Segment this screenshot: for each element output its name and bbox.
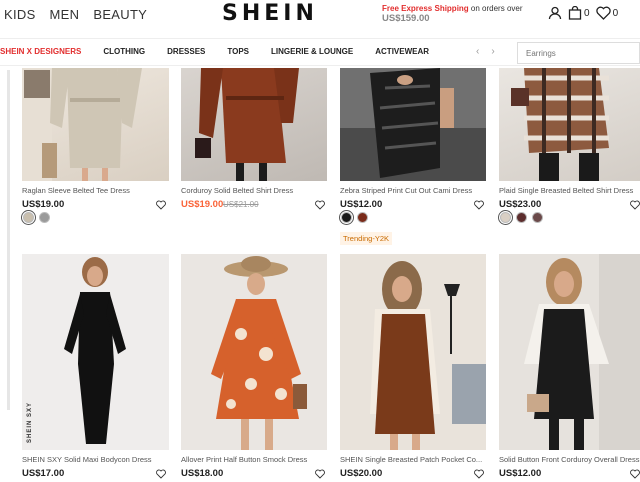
color-swatches — [23, 212, 50, 223]
product-image[interactable] — [181, 68, 327, 181]
product-photo — [370, 261, 486, 450]
swatch[interactable] — [516, 212, 527, 223]
product-title[interactable]: Plaid Single Breasted Belted Shirt Dress — [499, 186, 640, 195]
product-image[interactable] — [340, 68, 486, 181]
product-photo — [340, 68, 486, 181]
wishlist-heart-icon[interactable] — [315, 200, 325, 210]
product-title[interactable]: Allover Print Half Button Smock Dress — [181, 455, 326, 464]
product-photo — [195, 68, 299, 181]
nav-arrows: ‹ › — [476, 46, 495, 57]
swatch[interactable] — [532, 212, 543, 223]
site-logo[interactable]: SHEIN — [222, 1, 318, 26]
product-price: US$17.00 — [22, 468, 65, 479]
top-link-men[interactable]: MEN — [50, 7, 80, 22]
nav-item-activewear[interactable]: ACTIVEWEAR — [375, 47, 429, 56]
product-image[interactable] — [22, 68, 169, 181]
promo-highlight: Free Express Shipping — [382, 4, 469, 13]
nav-item-lingerie[interactable]: LINGERIE & LOUNGE — [271, 47, 353, 56]
promo-text: on orders over — [468, 4, 523, 13]
product-image[interactable] — [499, 254, 640, 450]
header-icons: 0 0 — [548, 6, 624, 20]
product-title[interactable]: Solid Button Front Corduroy Overall Dres… — [499, 455, 640, 464]
scrollbar-track[interactable] — [7, 70, 10, 410]
wishlist-heart-icon[interactable] — [156, 200, 166, 210]
product-image[interactable] — [340, 254, 486, 450]
chevron-right-icon[interactable]: › — [491, 46, 494, 57]
brand-watermark: SHEIN SXY — [27, 401, 33, 443]
swatch[interactable] — [357, 212, 368, 223]
color-swatches — [500, 212, 543, 223]
product-price: US$23.00 — [499, 199, 542, 210]
nav-item-tops[interactable]: TOPS — [227, 47, 249, 56]
product-sale-price: US$19.00 — [181, 199, 224, 210]
swatch[interactable] — [39, 212, 50, 223]
product-image[interactable] — [181, 254, 327, 450]
wishlist-heart-icon[interactable] — [474, 200, 484, 210]
product-title[interactable]: SHEIN SXY Solid Maxi Bodycon Dress — [22, 455, 167, 464]
product-title[interactable]: SHEIN Single Breasted Patch Pocket Co... — [340, 455, 485, 464]
bag-count: 0 — [584, 7, 590, 19]
top-link-kids[interactable]: KIDS — [4, 7, 36, 22]
account-button[interactable] — [548, 6, 562, 20]
nav-items: SHEIN X DESIGNERS CLOTHING DRESSES TOPS … — [0, 47, 451, 56]
product-price: US$19.00 — [22, 199, 65, 210]
swatch[interactable] — [500, 212, 511, 223]
wishlist-heart-icon[interactable] — [630, 200, 640, 210]
top-link-beauty[interactable]: BEAUTY — [93, 7, 147, 22]
user-icon — [548, 6, 562, 20]
product-original-price: US$21.00 — [223, 200, 259, 209]
top-links: KIDS MEN BEAUTY — [4, 7, 147, 22]
nav-item-clothing[interactable]: CLOTHING — [103, 47, 145, 56]
product-image[interactable] — [22, 254, 169, 450]
product-price: US$12.00 — [340, 199, 383, 210]
trend-tag[interactable]: Trending-Y2K — [340, 232, 392, 245]
nav-item-dresses[interactable]: DRESSES — [167, 47, 205, 56]
swatch[interactable] — [23, 212, 34, 223]
wishlist-heart-icon[interactable] — [474, 469, 484, 479]
product-price: US$12.00 — [499, 468, 542, 479]
promo-threshold: US$159.00 — [382, 13, 430, 24]
wishlist-heart-icon[interactable] — [630, 469, 640, 479]
site-header: KIDS MEN BEAUTY SHEIN Free Express Shipp… — [0, 0, 640, 36]
product-title[interactable]: Zebra Striped Print Cut Out Cami Dress — [340, 186, 485, 195]
product-photo — [511, 68, 609, 181]
category-nav: SHEIN X DESIGNERS CLOTHING DRESSES TOPS … — [0, 38, 640, 66]
product-title[interactable]: Raglan Sleeve Belted Tee Dress — [22, 186, 167, 195]
product-image[interactable] — [499, 68, 640, 181]
bag-button[interactable]: 0 — [568, 6, 590, 20]
search-input[interactable] — [517, 42, 640, 64]
product-price: US$18.00 — [181, 468, 224, 479]
product-photo — [211, 256, 307, 450]
shipping-promo[interactable]: Free Express Shipping on orders over US$… — [382, 4, 523, 24]
wishlist-heart-icon[interactable] — [156, 469, 166, 479]
heart-icon — [595, 6, 611, 20]
product-photo — [22, 68, 142, 181]
chevron-left-icon[interactable]: ‹ — [476, 46, 479, 57]
product-title[interactable]: Corduroy Solid Belted Shirt Dress — [181, 186, 326, 195]
product-price: US$20.00 — [340, 468, 383, 479]
color-swatches — [341, 212, 368, 223]
product-photo — [64, 257, 126, 444]
wishlist-count: 0 — [612, 7, 619, 19]
product-photo — [524, 254, 640, 450]
bag-icon — [568, 6, 582, 20]
wishlist-button[interactable]: 0 — [595, 6, 619, 20]
nav-item-designers[interactable]: SHEIN X DESIGNERS — [0, 47, 81, 56]
swatch[interactable] — [341, 212, 352, 223]
wishlist-heart-icon[interactable] — [315, 469, 325, 479]
